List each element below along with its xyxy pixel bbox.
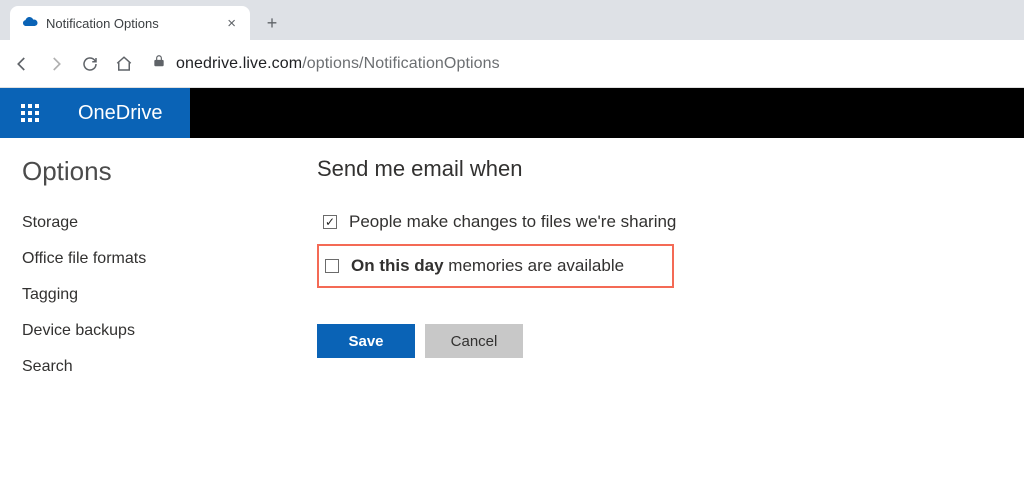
option-label: On this day memories are available <box>351 256 624 276</box>
section-title: Send me email when <box>317 156 1024 182</box>
app-header: OneDrive <box>0 88 1024 138</box>
sidebar-item-device-backups[interactable]: Device backups <box>22 313 295 349</box>
close-icon[interactable]: × <box>225 15 238 32</box>
sidebar-item-tagging[interactable]: Tagging <box>22 277 295 313</box>
back-button[interactable] <box>12 54 32 74</box>
browser-tab[interactable]: Notification Options × <box>10 6 250 40</box>
tab-strip: Notification Options × + <box>0 0 1024 40</box>
address-bar: onedrive.live.com/options/NotificationOp… <box>0 40 1024 88</box>
checkbox-on-this-day[interactable] <box>325 259 339 273</box>
cancel-button[interactable]: Cancel <box>425 324 523 358</box>
url-text: onedrive.live.com/options/NotificationOp… <box>176 55 500 73</box>
sidebar: Options Storage Office file formats Tagg… <box>0 138 295 500</box>
brand-label: OneDrive <box>78 102 162 125</box>
onedrive-favicon-icon <box>22 15 38 31</box>
app-launcher-button[interactable] <box>0 88 60 138</box>
new-tab-button[interactable]: + <box>258 9 286 37</box>
option-row-share-changes: ✓ People make changes to files we're sha… <box>317 204 1024 240</box>
browser-chrome: Notification Options × + onedrive.live.c… <box>0 0 1024 88</box>
url-field[interactable]: onedrive.live.com/options/NotificationOp… <box>148 48 1012 80</box>
sidebar-title: Options <box>22 156 295 187</box>
home-button[interactable] <box>114 54 134 74</box>
lock-icon <box>152 54 166 73</box>
brand[interactable]: OneDrive <box>60 88 190 138</box>
save-button[interactable]: Save <box>317 324 415 358</box>
option-label: People make changes to files we're shari… <box>349 212 676 232</box>
button-row: Save Cancel <box>317 324 1024 358</box>
checkbox-share-changes[interactable]: ✓ <box>323 215 337 229</box>
forward-button[interactable] <box>46 54 66 74</box>
reload-button[interactable] <box>80 54 100 74</box>
content: Send me email when ✓ People make changes… <box>295 138 1024 500</box>
sidebar-item-search[interactable]: Search <box>22 349 295 385</box>
waffle-icon <box>21 104 39 122</box>
tab-title: Notification Options <box>46 16 217 31</box>
main: Options Storage Office file formats Tagg… <box>0 138 1024 500</box>
sidebar-item-office-file-formats[interactable]: Office file formats <box>22 241 295 277</box>
option-row-on-this-day: On this day memories are available <box>317 244 674 288</box>
sidebar-item-storage[interactable]: Storage <box>22 205 295 241</box>
